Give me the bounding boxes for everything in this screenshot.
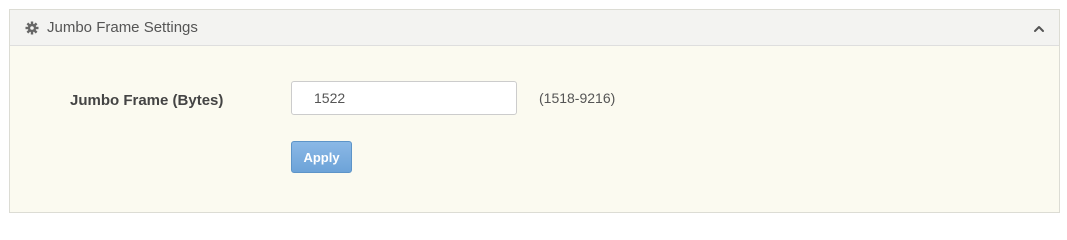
- panel-title: Jumbo Frame Settings: [47, 19, 198, 36]
- chevron-up-icon[interactable]: [1031, 21, 1047, 37]
- panel-header: Jumbo Frame Settings: [10, 10, 1059, 46]
- jumbo-frame-range-hint: (1518-9216): [539, 90, 616, 106]
- gear-icon: [25, 21, 39, 35]
- apply-button[interactable]: Apply: [291, 141, 352, 173]
- jumbo-frame-input[interactable]: [291, 81, 517, 115]
- jumbo-frame-label: Jumbo Frame (Bytes): [70, 92, 224, 109]
- jumbo-frame-settings-panel: Jumbo Frame Settings Jumbo Frame (Bytes)…: [9, 9, 1060, 213]
